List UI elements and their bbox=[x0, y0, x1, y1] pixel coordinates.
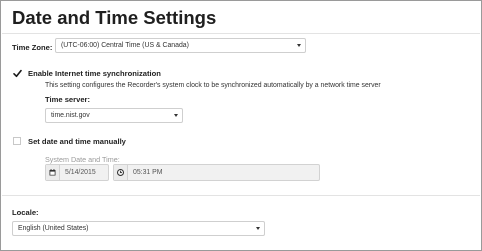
time-addon bbox=[114, 165, 128, 180]
chevron-down-icon bbox=[297, 44, 301, 47]
internet-sync-description: This setting configures the Recorder's s… bbox=[45, 82, 381, 89]
timezone-label: Time Zone: bbox=[12, 43, 53, 52]
page-title: Date and Time Settings bbox=[12, 7, 217, 28]
date-field[interactable]: 5/14/2015 bbox=[45, 164, 109, 181]
locale-label: Locale: bbox=[12, 208, 39, 217]
title-divider bbox=[2, 33, 480, 34]
settings-panel: Date and Time Settings Time Zone: (UTC-0… bbox=[0, 0, 482, 251]
calendar-icon bbox=[49, 169, 56, 176]
chevron-down-icon bbox=[256, 227, 260, 230]
internet-sync-checkbox[interactable] bbox=[13, 69, 22, 78]
time-server-label: Time server: bbox=[45, 95, 91, 104]
time-field[interactable]: 05:31 PM bbox=[113, 164, 320, 181]
date-value: 5/14/2015 bbox=[65, 169, 96, 176]
locale-value: English (United States) bbox=[18, 225, 89, 232]
time-server-value: time.nist.gov bbox=[51, 112, 90, 119]
manual-time-checkbox[interactable] bbox=[13, 137, 21, 145]
time-server-select[interactable]: time.nist.gov bbox=[45, 108, 183, 123]
locale-select[interactable]: English (United States) bbox=[12, 221, 265, 236]
time-value: 05:31 PM bbox=[133, 169, 163, 176]
chevron-down-icon bbox=[174, 114, 178, 117]
locale-divider bbox=[2, 195, 480, 196]
timezone-select[interactable]: (UTC-06:00) Central Time (US & Canada) bbox=[55, 38, 306, 53]
manual-time-label: Set date and time manually bbox=[28, 137, 126, 146]
date-addon bbox=[46, 165, 60, 180]
checkmark-icon bbox=[13, 69, 22, 78]
internet-sync-label: Enable Internet time synchronization bbox=[28, 69, 161, 78]
timezone-value: (UTC-06:00) Central Time (US & Canada) bbox=[61, 42, 189, 49]
system-date-time-label: System Date and Time: bbox=[45, 155, 120, 164]
clock-icon bbox=[117, 169, 124, 176]
